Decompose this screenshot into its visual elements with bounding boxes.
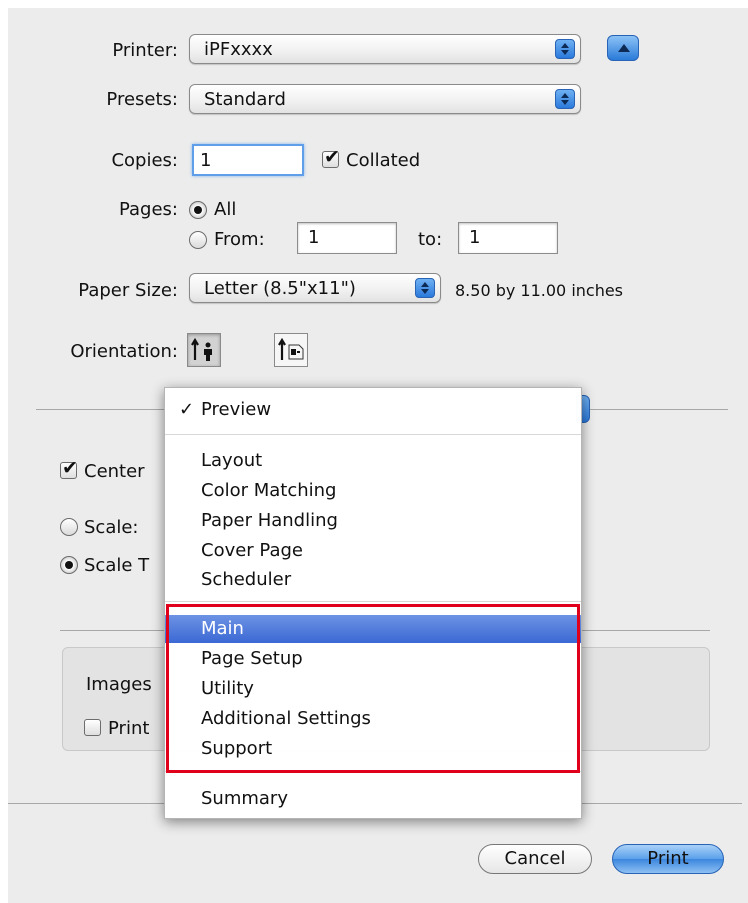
menu-item-summary[interactable]: Summary [165, 785, 581, 813]
menu-item-label: Preview [201, 399, 272, 420]
collated-checkbox[interactable] [322, 146, 340, 168]
printer-value: iPFxxxx [204, 39, 273, 60]
scale-label: Scale: [84, 517, 139, 538]
section-divider [36, 409, 164, 410]
presets-value: Standard [204, 89, 286, 110]
highlight-box [166, 604, 580, 773]
printer-popup[interactable]: iPFxxxx [189, 34, 581, 64]
disclosure-collapse-button[interactable] [607, 35, 639, 61]
popup-arrows-icon [415, 278, 435, 298]
scale-to-fit-radio[interactable] [60, 556, 78, 574]
center-label: Center [84, 461, 145, 482]
pages-from-label: From: [214, 229, 265, 250]
paper-size-popup[interactable]: Letter (8.5"x11") [189, 273, 441, 303]
pages-from-field[interactable]: 1 [297, 222, 397, 254]
paper-size-value: Letter (8.5"x11") [204, 278, 356, 299]
print-label: Print [108, 718, 150, 739]
popup-arrows-icon [555, 39, 575, 59]
scale-radio[interactable] [60, 518, 78, 536]
collated-label: Collated [346, 150, 421, 171]
menu-item-paper-handling[interactable]: Paper Handling [165, 507, 581, 535]
cancel-button[interactable]: Cancel [478, 844, 592, 874]
checkmark-icon: ✓ [179, 399, 195, 420]
pages-to-field[interactable]: 1 [458, 222, 558, 254]
presets-label: Presets: [106, 89, 178, 110]
menu-item-scheduler[interactable]: Scheduler [165, 566, 581, 594]
center-checkbox[interactable] [60, 457, 78, 479]
portrait-icon [191, 337, 212, 361]
section-divider [582, 630, 710, 631]
pages-to-label: to: [418, 229, 443, 250]
pages-all-label: All [214, 199, 237, 220]
images-label: Images [86, 674, 152, 695]
portrait-orientation-button[interactable] [187, 333, 221, 367]
pages-from-radio[interactable] [189, 231, 207, 249]
menu-separator [165, 601, 581, 602]
orientation-label: Orientation: [70, 341, 178, 362]
menu-item-cover-page[interactable]: Cover Page [165, 537, 581, 565]
copies-label: Copies: [111, 150, 178, 171]
pages-label: Pages: [118, 199, 178, 220]
printer-label: Printer: [112, 40, 178, 61]
menu-separator [165, 434, 581, 435]
section-divider [582, 409, 728, 410]
section-divider [60, 630, 164, 631]
pages-all-radio[interactable] [189, 201, 207, 219]
print-button[interactable]: Print [612, 844, 724, 874]
section-divider [582, 803, 742, 804]
menu-item-layout[interactable]: Layout [165, 447, 581, 475]
presets-popup[interactable]: Standard [189, 84, 581, 114]
popup-arrows-icon [555, 89, 575, 109]
menu-item-preview[interactable]: ✓ Preview [165, 396, 581, 424]
section-divider [8, 803, 164, 804]
landscape-icon [278, 337, 304, 360]
landscape-orientation-button[interactable] [274, 333, 308, 367]
scale-to-label: Scale T [84, 555, 150, 576]
print-images-checkbox[interactable] [84, 719, 101, 736]
copies-field[interactable]: 1 [192, 144, 304, 176]
menu-item-color-matching[interactable]: Color Matching [165, 477, 581, 505]
paper-dimensions: 8.50 by 11.00 inches [455, 281, 624, 300]
paper-size-label: Paper Size: [78, 280, 178, 301]
